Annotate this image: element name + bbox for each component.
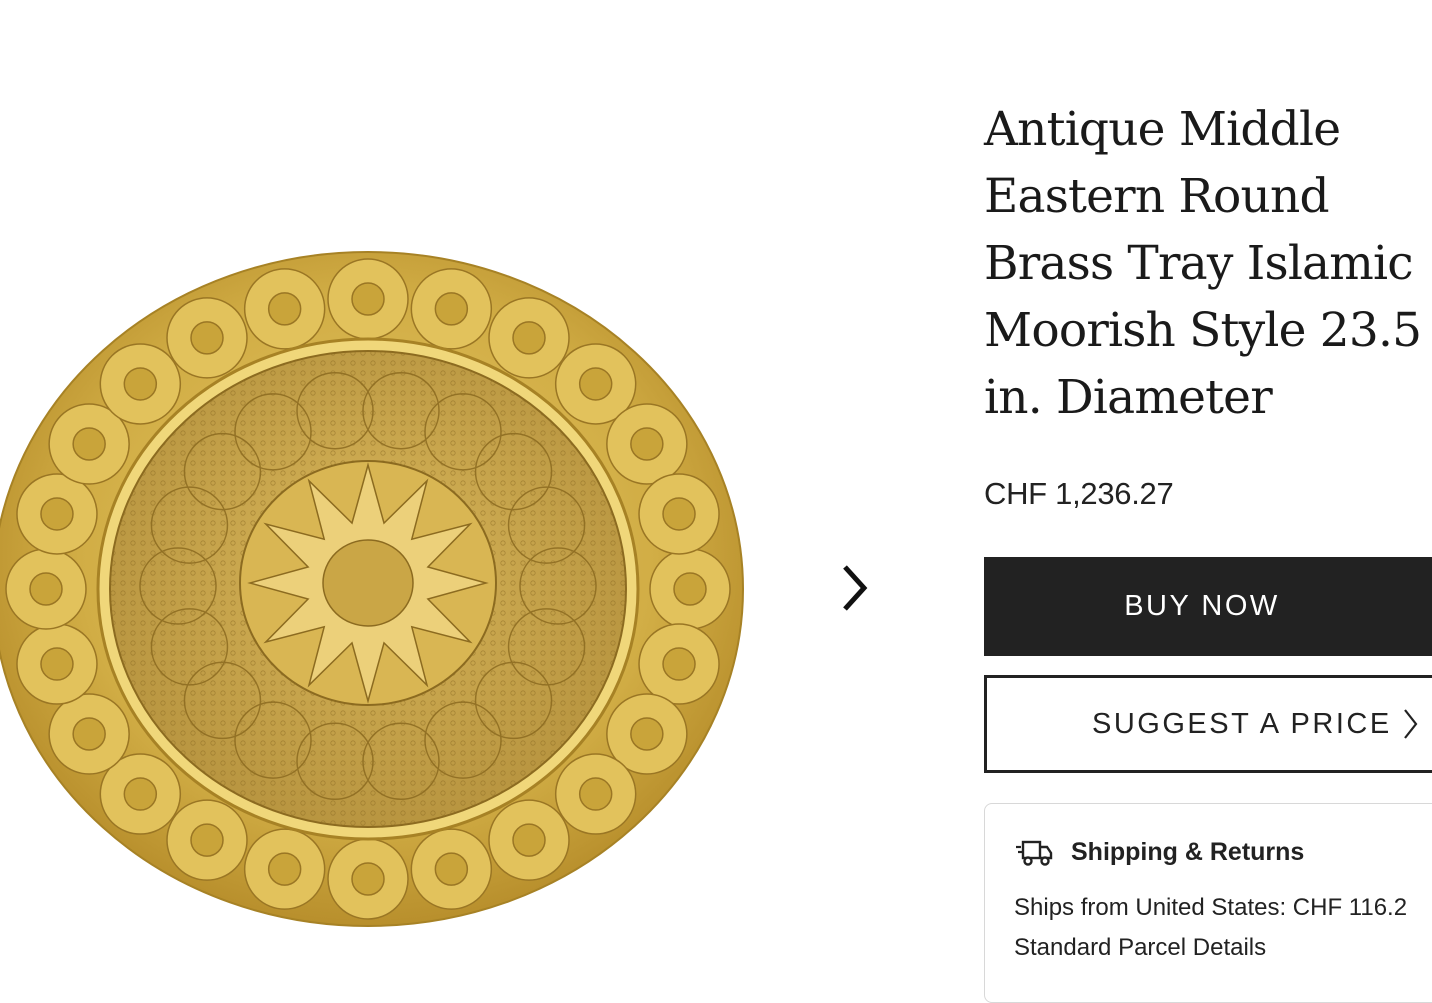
shipping-title: Shipping & Returns [1071, 838, 1305, 866]
brass-tray-image [0, 251, 744, 927]
suggest-price-label: SUGGEST A PRICE [1092, 707, 1392, 740]
product-title: Antique Middle Eastern Round Brass Tray … [984, 102, 1422, 425]
next-image-button[interactable] [828, 560, 880, 616]
suggest-price-button[interactable]: SUGGEST A PRICE [984, 675, 1432, 773]
product-price: CHF 1,236.27 [984, 476, 1174, 511]
shipping-returns-card: Shipping & Returns Ships from United Sta… [984, 803, 1432, 1003]
shipping-header: Shipping & Returns [1015, 838, 1304, 867]
buy-now-button[interactable]: BUY NOW [984, 557, 1432, 656]
product-details: Antique Middle Eastern Round Brass Tray … [984, 96, 1432, 431]
buy-now-label: BUY NOW [1124, 590, 1280, 622]
chevron-right-icon [843, 565, 868, 611]
ships-from-text: Ships from United States: CHF 116.2 [1014, 894, 1408, 921]
chevron-right-icon [1402, 708, 1418, 740]
product-image-gallery [0, 0, 900, 958]
truck-icon [1016, 840, 1053, 866]
